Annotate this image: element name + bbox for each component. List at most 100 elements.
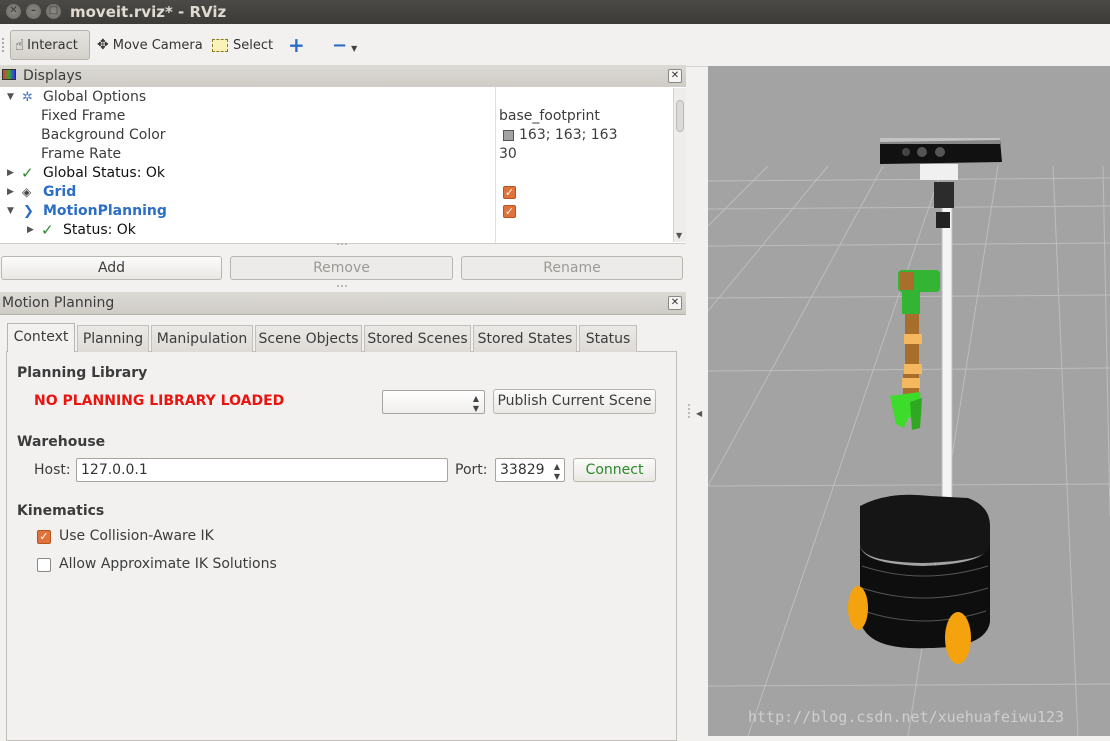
tab-context[interactable]: Context — [7, 323, 75, 352]
collision-aware-ik-checkbox[interactable]: ✓ — [37, 530, 51, 544]
rename-display-button[interactable]: Rename — [461, 256, 683, 280]
grid-enabled-checkbox[interactable]: ✓ — [503, 186, 516, 199]
motion-planning-icon: ❯ — [23, 204, 34, 219]
fixed-frame-label: Fixed Frame — [41, 108, 126, 124]
checkmark-icon: ✓ — [21, 164, 34, 182]
fixed-frame-value[interactable]: base_footprint — [499, 107, 600, 126]
select-box-icon — [212, 38, 228, 52]
checkmark-icon: ✓ — [41, 221, 54, 239]
tree-row-background-color[interactable]: Background Color 163; 163; 163 — [0, 126, 670, 145]
remove-display-button[interactable]: Remove — [230, 256, 453, 280]
interact-label: Interact — [27, 37, 78, 53]
color-swatch[interactable] — [503, 130, 514, 141]
background-color-value[interactable]: 163; 163; 163 — [519, 126, 618, 145]
close-motion-planning-panel-icon[interactable]: ✕ — [668, 296, 682, 310]
minimize-window-button[interactable]: – — [26, 4, 41, 19]
expand-arrow-icon[interactable]: ▼ — [7, 202, 14, 221]
spin-arrows-icon[interactable]: ▲ ▼ — [554, 462, 560, 482]
collapse-arrow-icon[interactable]: ▶ — [27, 221, 34, 240]
port-value: 33829 — [500, 462, 545, 478]
collision-aware-ik-label[interactable]: Use Collision-Aware IK — [59, 528, 214, 544]
splitter-handle[interactable] — [337, 243, 347, 251]
tree-row-global-status[interactable]: ▶ ✓ Global Status: Ok — [0, 164, 670, 183]
displays-title: Displays — [23, 68, 82, 84]
tree-row-motion-planning[interactable]: ▼ ❯ MotionPlanning ✓ — [0, 202, 670, 221]
status-label: Status: Ok — [63, 222, 136, 238]
chevron-down-icon: ▼ — [351, 43, 358, 53]
approximate-ik-checkbox[interactable] — [37, 558, 51, 572]
remove-tool-dropdown[interactable]: − ▼ — [332, 30, 357, 60]
tree-row-global-options[interactable]: ▼ ✲ Global Options — [0, 88, 670, 107]
tree-scrollbar[interactable]: ▼ — [673, 88, 686, 242]
planning-library-select[interactable]: ▲ ▼ — [382, 390, 485, 414]
port-spinbox[interactable]: 33829 ▲ ▼ — [495, 458, 565, 482]
head-tilt — [934, 182, 954, 208]
move-camera-tool-button[interactable]: ✥ Move Camera — [97, 30, 203, 60]
tab-planning[interactable]: Planning — [77, 325, 149, 352]
kinematics-title: Kinematics — [17, 503, 105, 519]
motion-planning-label: MotionPlanning — [43, 203, 167, 219]
move-camera-label: Move Camera — [112, 37, 203, 53]
host-input[interactable]: 127.0.0.1 — [76, 458, 448, 482]
approximate-ik-label[interactable]: Allow Approximate IK Solutions — [59, 556, 277, 572]
close-window-button[interactable]: ✕ — [6, 4, 21, 19]
scroll-down-arrow-icon[interactable]: ▼ — [676, 231, 682, 240]
tab-scene-objects[interactable]: Scene Objects — [255, 325, 362, 352]
planning-library-title: Planning Library — [17, 365, 148, 381]
grid-icon: ◈ — [22, 185, 32, 199]
tab-stored-states[interactable]: Stored States — [473, 325, 577, 352]
3d-scene[interactable]: http://blog.csdn.net/xuehuafeiwu123 — [708, 66, 1110, 736]
robot-torso-pole — [941, 205, 953, 512]
publish-current-scene-button[interactable]: Publish Current Scene — [493, 389, 656, 414]
background-color-label: Background Color — [41, 127, 166, 143]
tree-row-fixed-frame[interactable]: Fixed Frame base_footprint — [0, 107, 670, 126]
monitor-icon — [2, 69, 16, 80]
motion-planning-panel-title: Motion Planning — [2, 295, 115, 311]
collapse-arrow-icon[interactable]: ▶ — [7, 183, 14, 202]
window-title: moveit.rviz* - RViz — [70, 3, 227, 21]
tree-row-status[interactable]: ▶ ✓ Status: Ok — [0, 221, 670, 240]
collapse-arrow-icon[interactable]: ▶ — [7, 164, 14, 183]
grid-label: Grid — [43, 184, 77, 200]
global-status-label: Global Status: Ok — [43, 165, 166, 181]
plus-icon: + — [288, 33, 305, 57]
motion-planning-enabled-checkbox[interactable]: ✓ — [503, 205, 516, 218]
scrollbar-thumb[interactable] — [676, 100, 684, 132]
dock-collapse-arrow-icon[interactable]: ◀ — [696, 409, 702, 418]
3d-render-view[interactable]: http://blog.csdn.net/xuehuafeiwu123 — [708, 66, 1110, 736]
motion-planning-panel-header: Motion Planning ✕ — [0, 292, 686, 315]
gear-icon: ✲ — [22, 90, 33, 105]
expand-arrow-icon[interactable]: ▼ — [7, 88, 14, 107]
connect-button[interactable]: Connect — [573, 458, 656, 482]
spin-arrows-icon: ▲ ▼ — [472, 394, 479, 413]
tab-status[interactable]: Status — [579, 325, 637, 352]
left-wheel — [848, 586, 868, 630]
maximize-window-button[interactable]: □ — [46, 4, 61, 19]
frame-rate-label: Frame Rate — [41, 146, 122, 162]
minus-icon: − — [332, 34, 348, 56]
dock-splitter-handle[interactable] — [688, 404, 694, 418]
head-pan — [920, 164, 958, 180]
right-wheel — [945, 612, 971, 664]
frame-rate-value[interactable]: 30 — [499, 145, 517, 164]
tree-row-frame-rate[interactable]: Frame Rate 30 — [0, 145, 670, 164]
move-camera-icon: ✥ — [97, 37, 109, 53]
close-displays-panel-icon[interactable]: ✕ — [668, 69, 682, 83]
add-tool-button[interactable]: + — [288, 30, 305, 60]
global-options-label: Global Options — [43, 89, 147, 105]
tab-stored-scenes[interactable]: Stored Scenes — [364, 325, 471, 352]
select-tool-button[interactable]: Select — [212, 30, 273, 60]
host-label: Host: — [34, 462, 71, 478]
hand-pointer-icon: ☝ — [15, 36, 25, 54]
tree-row-grid[interactable]: ▶ ◈ Grid ✓ — [0, 183, 670, 202]
planning-library-warning: NO PLANNING LIBRARY LOADED — [34, 393, 285, 409]
watermark-text: http://blog.csdn.net/xuehuafeiwu123 — [748, 708, 1064, 726]
add-display-button[interactable]: Add — [1, 256, 222, 280]
interact-tool-button[interactable]: ☝ Interact — [10, 30, 90, 60]
warehouse-title: Warehouse — [17, 434, 106, 450]
tab-manipulation[interactable]: Manipulation — [151, 325, 253, 352]
window-title-bar: ✕ – □ moveit.rviz* - RViz — [0, 0, 1110, 24]
toolbar-grip — [2, 38, 7, 52]
select-label: Select — [233, 37, 274, 53]
displays-panel-header: Displays ✕ — [0, 65, 686, 88]
